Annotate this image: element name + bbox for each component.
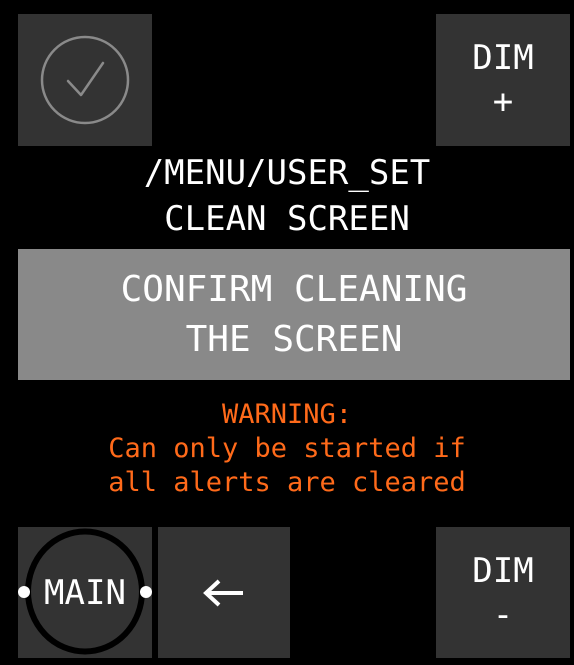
page-title: /MENU/USER_SET CLEAN SCREEN xyxy=(0,150,574,242)
warning-line-3: all alerts are cleared xyxy=(108,467,466,498)
dim-down-button[interactable]: DIM - xyxy=(436,527,570,658)
main-button[interactable]: MAIN xyxy=(18,527,152,658)
dim-up-button[interactable]: DIM + xyxy=(436,14,570,146)
dim-up-sign: + xyxy=(492,82,514,122)
warning-line-2: Can only be started if xyxy=(108,433,466,464)
arrow-left-icon xyxy=(203,579,243,606)
dim-down-sign: - xyxy=(492,594,514,635)
check-circle-icon xyxy=(40,35,130,125)
warning-message: WARNING: Can only be started if all aler… xyxy=(0,398,574,500)
main-dot-left-icon xyxy=(18,586,30,598)
main-label: MAIN xyxy=(44,572,126,613)
dim-up-label: DIM xyxy=(472,38,534,78)
warning-heading: WARNING: xyxy=(221,399,353,430)
confirm-line-2: THE SCREEN xyxy=(185,318,403,360)
menu-path: /MENU/USER_SET xyxy=(143,153,431,193)
confirm-cleaning-button[interactable]: CONFIRM CLEANING THE SCREEN xyxy=(18,249,570,380)
confirm-line-1: CONFIRM CLEANING xyxy=(120,268,468,310)
back-button[interactable] xyxy=(158,527,290,658)
confirm-check-button[interactable] xyxy=(18,14,152,146)
main-dot-right-icon xyxy=(140,586,152,598)
dim-down-label: DIM xyxy=(472,550,534,591)
clean-screen-view: DIM + /MENU/USER_SET CLEAN SCREEN CONFIR… xyxy=(0,0,574,665)
menu-name: CLEAN SCREEN xyxy=(164,199,410,239)
